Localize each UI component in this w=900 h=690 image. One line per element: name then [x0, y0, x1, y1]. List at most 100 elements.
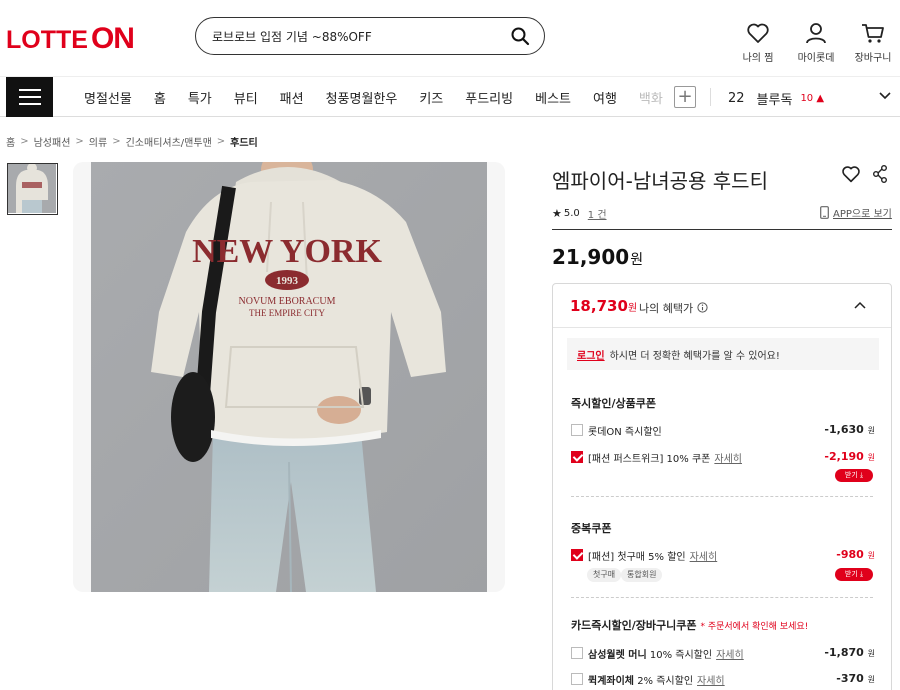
breadcrumb-hoodie[interactable]: 후드티 — [230, 134, 258, 149]
nav-item-deals[interactable]: 특가 — [188, 88, 212, 107]
coupon-checkbox[interactable] — [571, 549, 583, 561]
section-divider — [571, 496, 873, 497]
coupon-tag: 통합회원 — [621, 568, 663, 582]
product-main-image[interactable]: NEW YORK 1993 NOVUM EBORACUM THE EMPIRE … — [73, 162, 505, 592]
thumbnail-image — [8, 164, 56, 213]
coupon-amount-unit: 원 — [867, 426, 875, 435]
coupon-checkbox[interactable] — [571, 451, 583, 463]
card-discount-amount: -1,870 원 — [824, 646, 875, 659]
coupon-amount-value: -1,630 — [824, 423, 864, 436]
hamburger-line — [19, 89, 41, 91]
card-discount-amount: -370 원 — [836, 672, 875, 685]
nav-item-beauty[interactable]: 뷰티 — [234, 88, 258, 107]
benefit-price-unit: 원 — [627, 303, 638, 314]
coupon-label: [패션 퍼스트위크] 10% 쿠폰 자세히 — [588, 450, 742, 465]
mypage-button[interactable]: 마이롯데 — [786, 22, 846, 64]
coupon-checkbox[interactable] — [571, 424, 583, 436]
benefit-price: 18,730원 — [570, 297, 637, 315]
coupon-row: [패션] 첫구매 5% 할인 자세히 -980 원 — [571, 547, 875, 565]
print-line2: NOVUM EBORACUM — [239, 296, 336, 307]
logo-text-on: ON — [90, 22, 135, 55]
coupon-amount-value: -2,190 — [824, 450, 864, 463]
breadcrumb-separator: > — [20, 136, 29, 147]
coupon-detail-link[interactable]: 자세히 — [714, 454, 742, 465]
login-notice: 로그인 하시면 더 정확한 혜택가를 알 수 있어요! — [567, 338, 879, 370]
card-discount-amount-value: -370 — [836, 672, 864, 685]
heart-icon[interactable] — [841, 165, 861, 183]
heart-icon — [747, 23, 769, 43]
coupon-label: [패션] 첫구매 5% 할인 자세히 — [588, 548, 717, 563]
trending-keyword[interactable]: 22 블루독 10 ▲ — [728, 89, 824, 108]
coupon-amount-unit: 원 — [867, 551, 875, 560]
card-discount-row: 삼성월렛 머니 10% 즉시할인 자세히 -1,870 원 — [571, 645, 875, 663]
card-discount-checkbox[interactable] — [571, 647, 583, 659]
user-icon — [806, 23, 826, 44]
hamburger-line — [19, 96, 41, 98]
product-rating: ★ 5.0 1 건 — [552, 206, 607, 221]
card-discount-name: 삼성월렛 머니 — [588, 650, 647, 661]
nav-item-kids[interactable]: 키즈 — [419, 88, 443, 107]
login-link[interactable]: 로그인 — [577, 351, 605, 362]
product-price: 21,900원 — [552, 245, 643, 269]
nav-item-fashion[interactable]: 패션 — [280, 88, 304, 107]
nav-item-home[interactable]: 홈 — [154, 88, 166, 107]
section-divider — [571, 597, 873, 598]
coupon-detail-link[interactable]: 자세히 — [690, 552, 718, 563]
wishlist-label: 나의 찜 — [742, 53, 774, 64]
card-discount-detail-link[interactable]: 자세히 — [697, 676, 725, 687]
menu-button[interactable] — [6, 77, 53, 117]
coupon-row: [패션 퍼스트위크] 10% 쿠폰 자세히 -2,190 원 — [571, 449, 875, 467]
cart-icon — [862, 24, 884, 43]
coupon-label-text: [패션] 첫구매 5% 할인 — [588, 552, 686, 563]
nav-item-travel[interactable]: 여행 — [593, 88, 617, 107]
nav-item-hanwoo[interactable]: 청풍명월한우 — [326, 88, 398, 107]
search-input[interactable] — [212, 26, 502, 46]
coupon-amount: -2,190 원 — [824, 450, 875, 463]
coupon-amount: -1,630 원 — [824, 423, 875, 436]
nav-divider — [710, 88, 711, 106]
coupon-download-button[interactable]: 받기 ⤓ — [835, 568, 873, 581]
trending-delta: 10 ▲ — [800, 93, 825, 104]
wishlist-button[interactable]: 나의 찜 — [728, 22, 788, 64]
nav-item-best[interactable]: 베스트 — [535, 88, 571, 107]
section-instant-discount-title: 즉시할인/상품쿠폰 — [571, 397, 656, 410]
chevron-down-icon[interactable] — [878, 89, 892, 103]
trending-keyword-text: 블루독 — [756, 93, 793, 108]
info-icon[interactable] — [697, 302, 708, 313]
mypage-label: 마이롯데 — [797, 53, 835, 64]
card-discount-checkbox[interactable] — [571, 673, 583, 685]
mobile-icon — [820, 206, 829, 219]
card-discount-detail-link[interactable]: 자세히 — [716, 650, 744, 661]
divider — [552, 229, 892, 230]
card-discount-name: 퀵계좌이체 — [588, 676, 634, 687]
card-discount-amount-unit: 원 — [867, 675, 875, 684]
coupon-download-button[interactable]: 받기 ⤓ — [835, 469, 873, 482]
benefit-header[interactable]: 18,730원 나의 혜택가 — [553, 284, 891, 328]
breadcrumb-home[interactable]: 홈 — [6, 134, 15, 149]
chevron-up-icon[interactable] — [853, 299, 867, 311]
nav-item-holiday-gift[interactable]: 명절선물 — [84, 88, 132, 107]
breadcrumb-men-fashion[interactable]: 남성패션 — [34, 134, 71, 149]
price-value: 21,900 — [552, 245, 630, 269]
card-discount-label: 퀵계좌이체 2% 즉시할인 자세히 — [588, 672, 725, 687]
benefit-price-value: 18,730 — [570, 297, 628, 315]
search-icon[interactable] — [510, 26, 530, 46]
lotte-on-logo[interactable]: LOTTE ON — [6, 22, 135, 55]
breadcrumb-long-sleeve[interactable]: 긴소매티셔츠/맨투맨 — [126, 134, 212, 149]
review-count-link[interactable]: 1 건 — [588, 206, 607, 221]
product-thumbnail[interactable] — [7, 163, 58, 215]
login-message: 하시면 더 정확한 혜택가를 알 수 있어요! — [609, 351, 780, 362]
breadcrumb-separator: > — [112, 136, 121, 147]
share-icon[interactable] — [872, 165, 888, 183]
app-view-link[interactable]: APP으로 보기 — [820, 205, 892, 220]
cart-button[interactable]: 장바구니 — [843, 22, 900, 64]
section-card-discount-text: 카드즉시할인/장바구니쿠폰 — [571, 619, 697, 632]
card-discount-rate: 10% 즉시할인 — [649, 650, 713, 661]
benefit-panel: 18,730원 나의 혜택가 로그인 하시면 더 정확한 혜택가를 알 수 있어요… — [552, 283, 892, 690]
nav-item-department[interactable]: 백화 — [639, 88, 663, 107]
app-view-label: APP으로 보기 — [833, 209, 892, 220]
breadcrumb-clothing[interactable]: 의류 — [89, 134, 107, 149]
nav-item-food-living[interactable]: 푸드리빙 — [465, 88, 513, 107]
nav-more-button[interactable]: + — [674, 86, 696, 108]
product-title: 엠파이어-남녀공용 후드티 — [552, 169, 768, 193]
